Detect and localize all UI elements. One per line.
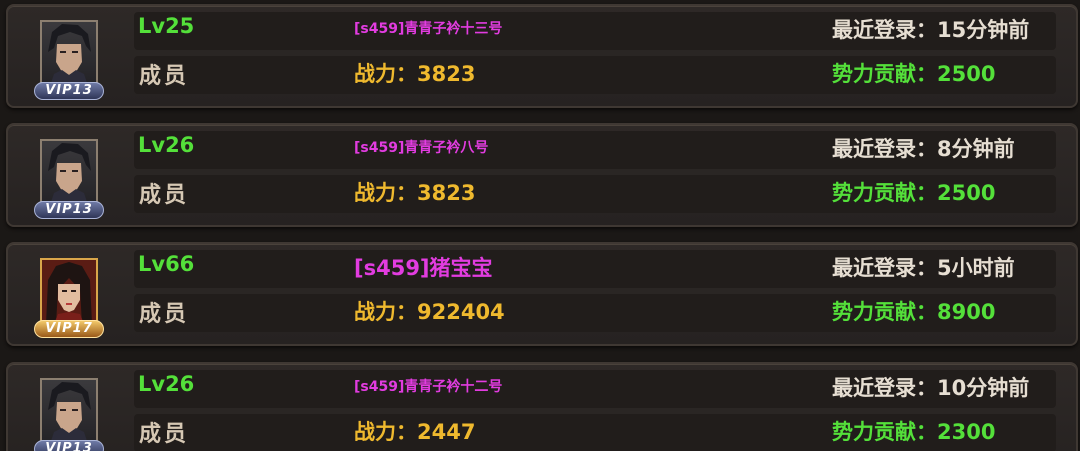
login-label: 最近登录： <box>832 376 937 400</box>
member-power: 战力：922404 <box>354 296 505 326</box>
vip-badge: VIP13 <box>34 82 104 100</box>
login-label: 最近登录： <box>832 18 937 42</box>
power-value: 3823 <box>417 181 476 205</box>
member-power: 战力：3823 <box>354 58 475 88</box>
member-level: Lv25 <box>138 14 195 38</box>
vip-badge: VIP13 <box>34 201 104 219</box>
login-value: 8分钟前 <box>937 137 1015 161</box>
contribution-value: 8900 <box>937 300 996 324</box>
login-value: 15分钟前 <box>937 18 1030 42</box>
power-label: 战力： <box>354 420 417 444</box>
power-label: 战力： <box>354 181 417 205</box>
member-role: 成员 <box>139 422 190 447</box>
contribution-value: 2500 <box>937 181 996 205</box>
guild-member-list: VIP13 Lv25 成员 [s459]青青子衿十三号 战力：3823 最近登录… <box>0 0 1080 451</box>
contribution-value: 2300 <box>937 420 996 444</box>
member-last-login: 最近登录：10分钟前 <box>832 372 1029 402</box>
power-value: 922404 <box>417 300 505 324</box>
member-last-login: 最近登录：8分钟前 <box>832 133 1015 163</box>
member-contribution: 势力贡献：2500 <box>832 58 995 88</box>
login-label: 最近登录： <box>832 256 937 280</box>
vip-badge: VIP13 <box>34 440 104 451</box>
male-warrior-portrait-icon[interactable] <box>40 20 98 88</box>
contribution-label: 势力贡献： <box>832 62 937 86</box>
member-role: 成员 <box>139 64 190 89</box>
contribution-value: 2500 <box>937 62 996 86</box>
member-contribution: 势力贡献：2300 <box>832 416 995 446</box>
member-contribution: 势力贡献：8900 <box>832 296 995 326</box>
member-row[interactable]: VIP13 Lv26 成员 [s459]青青子衿八号 战力：3823 最近登录：… <box>6 123 1078 227</box>
member-power: 战力：3823 <box>354 177 475 207</box>
member-role: 成员 <box>139 302 190 327</box>
member-power: 战力：2447 <box>354 416 475 446</box>
member-last-login: 最近登录：15分钟前 <box>832 14 1029 44</box>
male-warrior-portrait-icon[interactable] <box>40 378 98 446</box>
member-name[interactable]: [s459]猪宝宝 <box>354 252 493 282</box>
power-value: 3823 <box>417 62 476 86</box>
member-name[interactable]: [s459]青青子衿八号 <box>354 137 488 157</box>
member-level: Lv26 <box>138 372 195 396</box>
contribution-label: 势力贡献： <box>832 181 937 205</box>
member-name[interactable]: [s459]青青子衿十二号 <box>354 376 502 396</box>
member-name[interactable]: [s459]青青子衿十三号 <box>354 18 502 38</box>
member-level: Lv66 <box>138 252 195 276</box>
login-value: 10分钟前 <box>937 376 1030 400</box>
power-value: 2447 <box>417 420 476 444</box>
power-label: 战力： <box>354 62 417 86</box>
login-label: 最近登录： <box>832 137 937 161</box>
member-last-login: 最近登录：5小时前 <box>832 252 1015 282</box>
vip-badge: VIP17 <box>34 320 104 338</box>
member-role: 成员 <box>139 183 190 208</box>
power-label: 战力： <box>354 300 417 324</box>
member-contribution: 势力贡献：2500 <box>832 177 995 207</box>
contribution-label: 势力贡献： <box>832 300 937 324</box>
member-row[interactable]: VIP13 Lv26 成员 [s459]青青子衿十二号 战力：2447 最近登录… <box>6 362 1078 451</box>
contribution-label: 势力贡献： <box>832 420 937 444</box>
member-level: Lv26 <box>138 133 195 157</box>
member-row[interactable]: VIP13 Lv25 成员 [s459]青青子衿十三号 战力：3823 最近登录… <box>6 4 1078 108</box>
member-row[interactable]: VIP17 Lv66 成员 [s459]猪宝宝 战力：922404 最近登录：5… <box>6 242 1078 346</box>
female-warrior-portrait-icon[interactable] <box>40 258 98 326</box>
login-value: 5小时前 <box>937 256 1015 280</box>
male-warrior-portrait-icon[interactable] <box>40 139 98 207</box>
